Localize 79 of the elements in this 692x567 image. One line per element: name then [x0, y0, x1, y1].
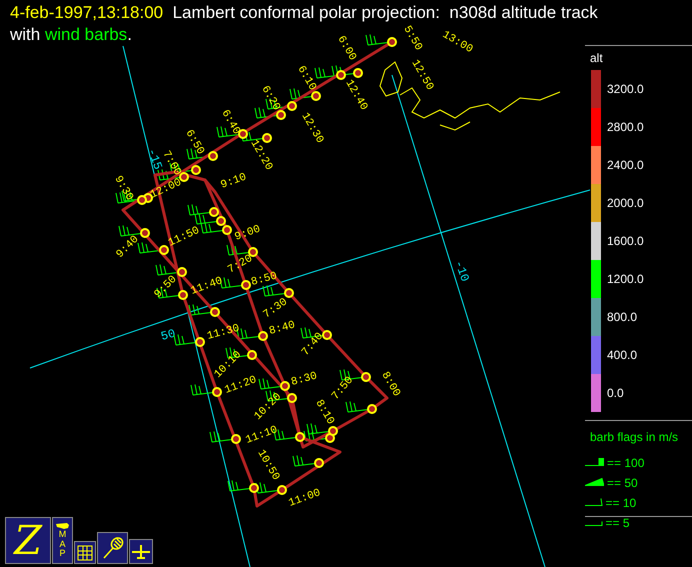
- waypoint-marker: [231, 434, 241, 444]
- time-label: 9:00: [233, 223, 262, 244]
- waypoint-marker: [140, 228, 150, 238]
- waypoint-marker: [361, 372, 371, 382]
- legend-label: 0.0: [607, 385, 624, 402]
- time-label: 11:00: [287, 487, 322, 510]
- time-label: 11:30: [206, 322, 241, 343]
- barb-legend-label: == 10: [606, 497, 636, 509]
- waypoint-marker: [159, 245, 169, 255]
- waypoint-marker: [353, 68, 363, 78]
- barb-symbol-icon: [585, 521, 602, 526]
- legend-label: 400.0: [607, 347, 638, 364]
- waypoint-marker: [314, 458, 324, 468]
- barb-legend-label: == 100: [607, 457, 644, 469]
- waypoint-marker: [287, 101, 297, 111]
- waypoint-marker: [212, 387, 222, 397]
- waypoint-marker: [241, 280, 251, 290]
- legend-title: alt: [590, 50, 603, 67]
- waypoint-marker: [328, 426, 338, 436]
- airplane-icon: [131, 544, 151, 560]
- title-text: wind barbs: [44, 24, 128, 46]
- waypoint-marker: [210, 307, 220, 317]
- title-text: Lambert conformal polar projection: n308d altitude track: [172, 2, 598, 24]
- waypoint-marker: [295, 432, 305, 442]
- time-label: 11:40: [189, 275, 224, 298]
- waypoint-marker: [195, 337, 205, 347]
- legend-label: 2800.0: [607, 119, 644, 136]
- waypoint-marker: [322, 330, 332, 340]
- waypoint-marker: [247, 350, 257, 360]
- grid-icon: [77, 544, 93, 560]
- waypoint-marker: [336, 70, 346, 80]
- time-label: 9:10: [219, 171, 248, 192]
- legend-label: 800.0: [607, 309, 638, 326]
- graticule-label: 50: [159, 326, 177, 344]
- waypoint-marker: [367, 404, 377, 414]
- barb-symbol-icon: [585, 498, 602, 506]
- barb-legend-label: == 5: [606, 517, 630, 529]
- legend-label: 2400.0: [607, 157, 644, 174]
- barb-symbol-icon: [585, 478, 604, 486]
- waypoint-marker: [280, 381, 290, 391]
- barb-symbol-icon: [585, 458, 604, 466]
- legend-label: 3200.0: [607, 81, 644, 98]
- waypoint-marker: [178, 290, 188, 300]
- time-label: 8:40: [268, 319, 297, 338]
- graticule-label: -10: [451, 258, 472, 284]
- waypoint-marker: [208, 151, 218, 161]
- waypoint-marker: [287, 393, 297, 403]
- waypoint-marker: [276, 110, 286, 120]
- map-button[interactable]: MAP: [52, 517, 73, 564]
- legend-label: 1200.0: [607, 271, 644, 288]
- waypoint-marker: [387, 37, 397, 47]
- title-text: .: [127, 24, 132, 46]
- waypoint-marker: [249, 483, 259, 493]
- usa-map-icon: [55, 522, 70, 530]
- grid-button[interactable]: [74, 541, 96, 564]
- barb-legend-label: == 50: [607, 477, 638, 489]
- waypoint-marker: [258, 331, 268, 341]
- waypoint-marker: [311, 91, 321, 101]
- logo-button[interactable]: Z: [5, 517, 51, 564]
- waypoint-marker: [209, 207, 219, 217]
- time-label: 11:10: [244, 424, 280, 447]
- waypoint-marker: [284, 288, 294, 298]
- legend-label: 2000.0: [607, 195, 644, 212]
- plane-button[interactable]: [129, 539, 153, 564]
- title-text: with: [10, 24, 42, 46]
- waypoint-marker: [191, 165, 201, 175]
- title-text: 4-feb-1997,13:18:00: [10, 2, 164, 24]
- racket-button[interactable]: [97, 532, 128, 564]
- waypoint-marker: [222, 225, 232, 235]
- time-label: 8:30: [290, 370, 319, 389]
- waypoint-marker: [137, 195, 147, 205]
- racket-icon: [100, 536, 124, 560]
- legend-label: 1600.0: [607, 233, 644, 250]
- waypoint-marker: [216, 216, 226, 226]
- time-label: 11:20: [223, 374, 258, 397]
- barb-legend-title: barb flags in m/s: [590, 429, 678, 446]
- waypoint-marker: [277, 485, 287, 495]
- graticule-label: -15: [144, 146, 165, 172]
- waypoint-marker: [177, 267, 187, 277]
